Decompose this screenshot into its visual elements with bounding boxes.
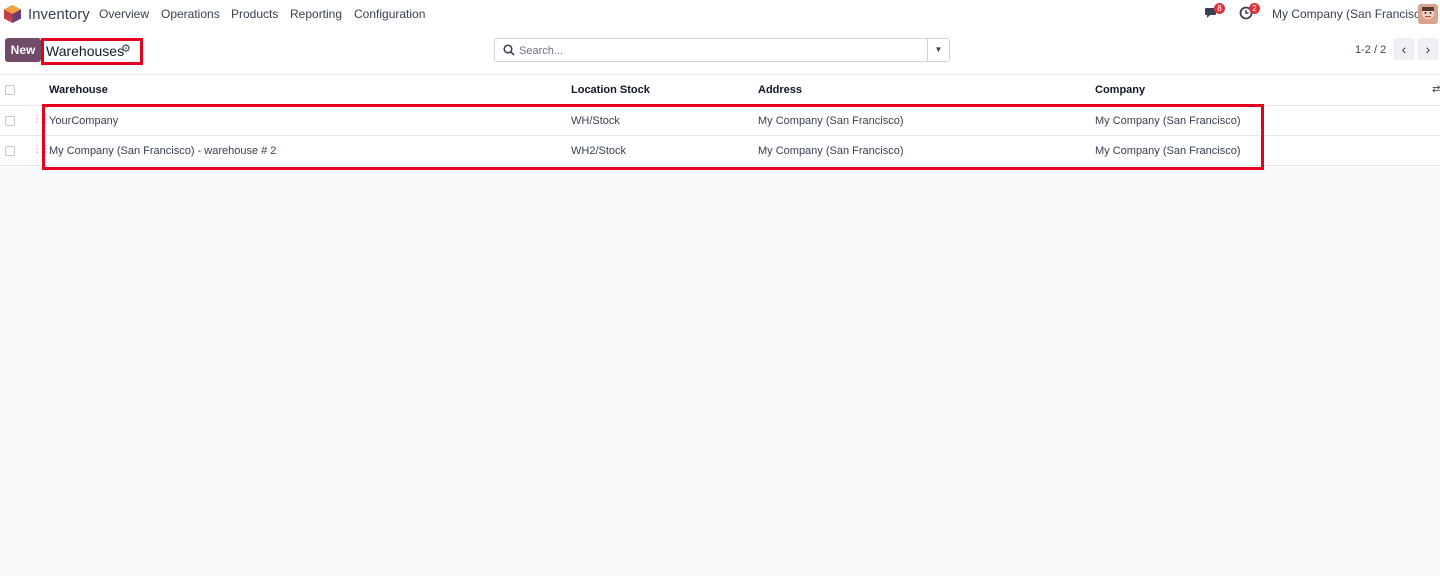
new-button[interactable]: New [5,38,41,62]
pager-value[interactable]: 1-2 / 2 [1355,44,1386,56]
messages-button[interactable]: 8 [1204,3,1225,23]
caret-down-icon: ▼ [934,45,943,54]
search-options-toggle[interactable]: ▼ [927,38,950,62]
menu-operations[interactable]: Operations [161,7,220,21]
page-title: Warehouses [46,43,125,59]
row-checkbox[interactable] [5,146,15,156]
column-header-company[interactable]: Company [1095,84,1145,96]
column-header-address[interactable]: Address [758,84,802,96]
avatar-image [1418,4,1438,24]
activities-button[interactable]: 2 [1239,3,1260,23]
search-icon [503,44,515,56]
column-header-warehouse[interactable]: Warehouse [49,84,108,96]
table-header: Warehouse Location Stock Address Company… [0,75,1440,106]
menu-reporting[interactable]: Reporting [290,7,342,21]
chevron-right-icon: › [1425,41,1431,57]
menu-configuration[interactable]: Configuration [354,7,425,21]
chevron-left-icon: ‹ [1401,41,1407,57]
gear-icon[interactable]: ⚙ [121,42,131,55]
search-input[interactable] [519,42,919,59]
user-avatar[interactable] [1418,4,1438,24]
pager-next-button[interactable]: › [1417,38,1439,60]
select-all-checkbox[interactable] [5,85,15,95]
pager-previous-button[interactable]: ‹ [1393,38,1415,60]
top-navbar: Inventory Overview Operations Products R… [0,0,1440,28]
menu-products[interactable]: Products [231,7,278,21]
menu-overview[interactable]: Overview [99,7,149,21]
search-box[interactable] [494,38,928,62]
company-switcher[interactable]: My Company (San Francisco) [1272,7,1431,21]
messages-badge: 8 [1214,3,1225,14]
column-header-location-stock[interactable]: Location Stock [571,84,650,96]
optional-columns-icon[interactable]: ⇄ [1432,84,1440,95]
app-name[interactable]: Inventory [28,6,90,23]
activities-badge: 2 [1249,3,1260,14]
inventory-app-icon[interactable] [4,5,21,23]
rows-highlight-box [42,104,1264,170]
control-panel: New Warehouses ⚙ ▼ 1-2 / 2 ‹ › [0,28,1440,75]
row-checkbox[interactable] [5,116,15,126]
